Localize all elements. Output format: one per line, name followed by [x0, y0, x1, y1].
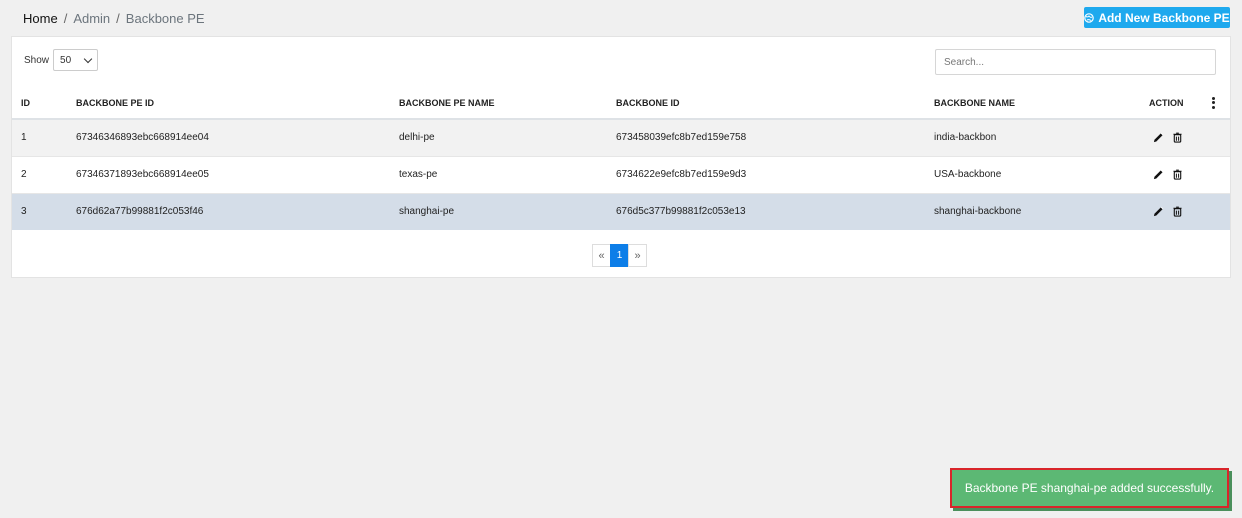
- table-row[interactable]: 1 67346346893ebc668914ee04 delhi-pe 6734…: [12, 118, 1230, 156]
- column-header-backbone-name[interactable]: BACKBONE NAME: [934, 87, 1149, 120]
- breadcrumb-home[interactable]: Home: [23, 11, 58, 26]
- add-backbone-pe-button[interactable]: Add New Backbone PE: [1084, 7, 1230, 28]
- cell-backbone-pe-name: shanghai-pe: [399, 192, 616, 230]
- pagination: « 1 »: [592, 244, 647, 267]
- breadcrumb-current: Backbone PE: [125, 11, 205, 26]
- search-input[interactable]: [935, 49, 1216, 75]
- delete-trash-icon[interactable]: [1172, 206, 1183, 217]
- breadcrumb-separator: /: [116, 11, 120, 26]
- cell-backbone-id: 673458039efc8b7ed159e758: [616, 118, 934, 156]
- backbone-pe-card: Show 50 ID BACKBONE PE ID BACKBONE PE NA…: [11, 36, 1231, 278]
- page-size-select[interactable]: 50: [53, 49, 99, 71]
- cell-actions: [1149, 155, 1211, 193]
- chevron-down-icon: [83, 54, 93, 63]
- edit-pencil-icon[interactable]: [1153, 169, 1164, 180]
- column-menu-button[interactable]: [1211, 87, 1230, 120]
- edit-pencil-icon[interactable]: [1153, 132, 1164, 143]
- cell-empty: [1211, 192, 1230, 230]
- cell-empty: [1211, 155, 1230, 193]
- pagination-next[interactable]: »: [628, 244, 647, 267]
- page-size-control: Show 50: [24, 49, 99, 71]
- cell-id: 2: [12, 155, 76, 193]
- success-toast[interactable]: Backbone PE shanghai-pe added successful…: [950, 468, 1229, 508]
- page-size-value: 50: [60, 54, 72, 66]
- breadcrumb-admin[interactable]: Admin: [73, 11, 110, 26]
- top-bar: Home / Admin / Backbone PE Add New Backb…: [0, 0, 1242, 36]
- cell-backbone-name: india-backbon: [934, 118, 1149, 156]
- column-header-backbone-pe-name[interactable]: BACKBONE PE NAME: [399, 87, 616, 120]
- cell-backbone-pe-name: delhi-pe: [399, 118, 616, 156]
- show-label: Show: [24, 54, 50, 66]
- cell-actions: [1149, 192, 1211, 230]
- cell-backbone-name: USA-backbone: [934, 155, 1149, 193]
- edit-pencil-icon[interactable]: [1153, 206, 1164, 217]
- add-button-label: Add New Backbone PE: [1098, 10, 1230, 25]
- cell-backbone-id: 676d5c377b99881f2c053e13: [616, 192, 934, 230]
- cell-backbone-name: shanghai-backbone: [934, 192, 1149, 230]
- cell-backbone-pe-id: 676d62a77b99881f2c053f46: [76, 192, 399, 230]
- delete-trash-icon[interactable]: [1172, 132, 1183, 143]
- cell-backbone-pe-id: 67346371893ebc668914ee05: [76, 155, 399, 193]
- cell-backbone-id: 6734622e9efc8b7ed159e9d3: [616, 155, 934, 193]
- breadcrumb: Home / Admin / Backbone PE: [23, 11, 205, 26]
- delete-trash-icon[interactable]: [1172, 169, 1183, 180]
- toast-message: Backbone PE shanghai-pe added successful…: [964, 481, 1215, 495]
- backbone-pe-table: ID BACKBONE PE ID BACKBONE PE NAME BACKB…: [12, 87, 1230, 230]
- cell-backbone-pe-name: texas-pe: [399, 155, 616, 193]
- pagination-page-1[interactable]: 1: [610, 244, 629, 267]
- pagination-prev[interactable]: «: [592, 244, 611, 267]
- cell-actions: [1149, 118, 1211, 156]
- cell-backbone-pe-id: 67346346893ebc668914ee04: [76, 118, 399, 156]
- kebab-menu-icon: [1211, 96, 1215, 109]
- globe-icon: [1084, 12, 1095, 23]
- column-header-id[interactable]: ID: [12, 87, 76, 120]
- cell-id: 1: [12, 118, 76, 156]
- cell-empty: [1211, 118, 1230, 156]
- table-row[interactable]: 2 67346371893ebc668914ee05 texas-pe 6734…: [12, 155, 1230, 193]
- column-header-action: ACTION: [1149, 87, 1211, 120]
- column-header-backbone-id[interactable]: BACKBONE ID: [616, 87, 934, 120]
- column-header-backbone-pe-id[interactable]: BACKBONE PE ID: [76, 87, 399, 120]
- table-row[interactable]: 3 676d62a77b99881f2c053f46 shanghai-pe 6…: [12, 192, 1230, 230]
- cell-id: 3: [12, 192, 76, 230]
- breadcrumb-separator: /: [63, 11, 68, 26]
- table-header-row: ID BACKBONE PE ID BACKBONE PE NAME BACKB…: [12, 87, 1230, 120]
